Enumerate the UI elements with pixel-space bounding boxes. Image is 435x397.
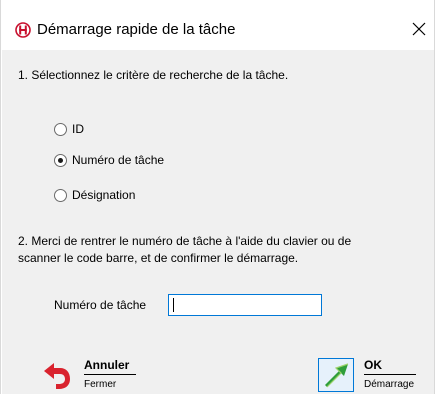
step2-instruction-line2: scanner le code barre, et de confirmer l…: [18, 251, 299, 265]
ok-button[interactable]: [318, 358, 354, 392]
close-icon: [412, 22, 426, 36]
step2-instruction-line1: 2. Merci de rentrer le numéro de tâche à…: [18, 234, 352, 248]
cancel-button[interactable]: [38, 358, 74, 392]
radio-option-designation[interactable]: Désignation: [54, 187, 135, 203]
cancel-action[interactable]: Annuler Fermer: [38, 358, 136, 392]
go-arrow-icon: [325, 363, 349, 388]
text-caret: [173, 298, 174, 312]
radio-option-task-number[interactable]: Numéro de tâche: [54, 152, 164, 168]
radio-label-id: ID: [72, 122, 84, 136]
ok-subtitle: Démarrage: [364, 379, 415, 390]
radio-button-designation[interactable]: [54, 188, 67, 202]
radio-label-task-number: Numéro de tâche: [72, 153, 165, 167]
cancel-text: Annuler Fermer: [84, 358, 136, 392]
task-number-input[interactable]: [168, 294, 322, 316]
cancel-subtitle: Fermer: [84, 379, 117, 390]
quick-start-dialog: Démarrage rapide de la tâche 1. Sélectio…: [0, 0, 435, 394]
task-number-label: Numéro de tâche: [54, 298, 147, 312]
footer-actions: Annuler Fermer OK Démarrage: [2, 354, 434, 394]
undo-arrow-icon: [44, 363, 70, 389]
title-bar: Démarrage rapide de la tâche: [1, 0, 434, 50]
close-button[interactable]: [406, 16, 432, 42]
app-logo-icon: [15, 22, 31, 38]
ok-text: OK Démarrage: [364, 358, 416, 392]
radio-label-designation: Désignation: [72, 188, 136, 202]
step1-instruction: 1. Sélectionnez le critère de recherche …: [18, 68, 289, 82]
ok-action[interactable]: OK Démarrage: [318, 358, 416, 392]
radio-button-id[interactable]: [54, 122, 67, 136]
ok-title: OK: [364, 358, 416, 375]
radio-button-task-number[interactable]: [54, 153, 67, 167]
radio-option-id[interactable]: ID: [54, 121, 84, 137]
window-title: Démarrage rapide de la tâche: [37, 21, 236, 38]
cancel-title: Annuler: [84, 358, 136, 375]
dialog-body: 1. Sélectionnez le critère de recherche …: [2, 50, 434, 354]
